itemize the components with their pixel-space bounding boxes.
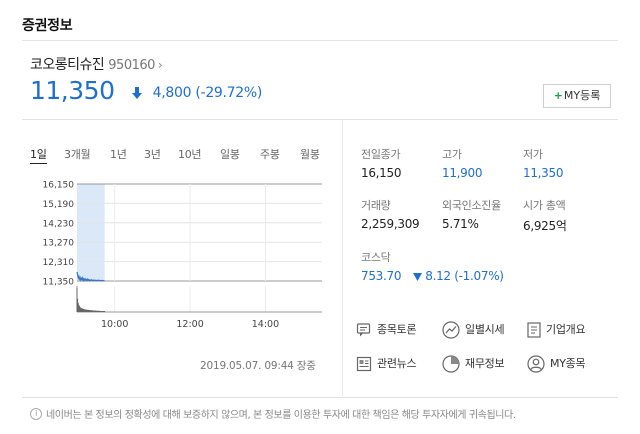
stat-value: 6,925억 [523, 219, 567, 233]
tab-3y[interactable]: 3년 [144, 146, 161, 162]
tab-10y[interactable]: 10년 [178, 146, 202, 162]
kosdaq-change: 8.12 (-1.07%) [425, 269, 504, 283]
stat-value: 2,259,309 [361, 217, 420, 231]
tab-3m[interactable]: 3개월 [64, 146, 91, 162]
price-row: 11,350 4,800 (-29.72%) [30, 76, 262, 108]
vertical-divider [342, 120, 343, 396]
plus-icon: + [553, 89, 563, 102]
timestamp: 2019.05.07. 09:44 장중 [200, 360, 316, 372]
link-label[interactable]: 재무정보 [465, 357, 505, 370]
stat-value: 16,150 [361, 166, 402, 180]
stat-value: 5.71% [442, 217, 479, 231]
stat-high: 고가 11,900 [442, 146, 483, 180]
link-daily-price[interactable]: 일별시세 [442, 320, 505, 340]
news-icon [356, 356, 372, 372]
link-label[interactable]: 종목토론 [377, 323, 417, 336]
current-price: 11,350 [30, 76, 115, 105]
stat-label: 저가 [523, 148, 543, 161]
tab-weekly[interactable]: 주봉 [260, 146, 280, 162]
stat-market-cap: 시가 총액 6,925억 [523, 197, 567, 234]
section-title: 증권정보 [22, 18, 73, 34]
chat-icon [356, 323, 371, 337]
chart-x-tick-label: 10:00 [101, 319, 128, 330]
chart-highlight-area [77, 184, 105, 281]
stock-name[interactable]: 코오롱티슈진 [30, 57, 105, 73]
title-divider [22, 40, 618, 41]
link-my-stocks[interactable]: MY종목 [527, 354, 586, 374]
disclaimer: i 네이버는 본 정보의 정확성에 대해 보증하지 않으며, 본 정보를 이용한 … [30, 406, 516, 421]
chart-y-tick-label: 16,150 [43, 181, 75, 191]
link-company-overview[interactable]: 기업개요 [527, 320, 586, 340]
tab-monthly[interactable]: 월봉 [300, 146, 320, 162]
kosdaq-value: 753.70 [361, 269, 402, 283]
chart-x-tick-label: 12:00 [176, 319, 203, 330]
stat-kosdaq: 코스닥 753.70 8.12 (-1.07%) [361, 249, 504, 283]
price-change: 4,800 (-29.72%) [152, 84, 263, 101]
main-divider [22, 119, 618, 120]
link-label[interactable]: MY종목 [550, 357, 586, 370]
period-tabs: 1일 3개월 1년 3년 10년 일봉 주봉 월봉 [30, 146, 322, 164]
stat-label: 고가 [442, 148, 462, 161]
stat-label: 거래량 [361, 199, 391, 212]
link-label[interactable]: 관련뉴스 [377, 357, 417, 370]
link-financials[interactable]: 재무정보 [442, 354, 505, 374]
chart-y-tick-label: 13,270 [43, 239, 75, 249]
link-label[interactable]: 일별시세 [465, 323, 505, 336]
stat-label: 전일종가 [361, 148, 401, 161]
kosdaq-row: 753.70 8.12 (-1.07%) [361, 269, 504, 283]
triangle-down-icon [412, 272, 422, 281]
stock-name-row[interactable]: 코오롱티슈진 950160 › [30, 54, 163, 74]
stock-code[interactable]: 950160 [108, 58, 155, 73]
stat-label: 시가 총액 [523, 199, 566, 212]
chart-y-tick-label: 14,230 [43, 219, 75, 229]
stat-value: 11,900 [442, 166, 483, 180]
chart-y-tick-label: 12,310 [43, 258, 75, 268]
link-discussion[interactable]: 종목토론 [356, 320, 417, 340]
pie-chart-icon [442, 355, 460, 373]
link-label[interactable]: 기업개요 [546, 323, 586, 336]
document-icon [527, 322, 541, 338]
info-icon: i [30, 407, 42, 420]
tab-1y[interactable]: 1년 [110, 146, 127, 162]
stat-volume: 거래량 2,259,309 [361, 197, 420, 231]
trend-icon [442, 321, 460, 339]
chevron-right-icon[interactable]: › [158, 58, 163, 72]
chart-y-tick-label: 15,190 [43, 200, 75, 210]
stat-label: 외국인소진율 [442, 199, 501, 212]
bottom-divider [22, 397, 618, 398]
chart-y-tick-label: 11,350 [43, 278, 75, 288]
user-icon [527, 355, 545, 373]
arrow-down-icon [131, 86, 142, 99]
stat-low: 저가 11,350 [523, 146, 564, 180]
my-register-label: MY등록 [563, 89, 601, 102]
link-related-news[interactable]: 관련뉴스 [356, 354, 417, 374]
stat-foreign-ratio: 외국인소진율 5.71% [442, 197, 501, 231]
chart-x-tick-label: 14:00 [252, 319, 279, 330]
tab-daily[interactable]: 일봉 [220, 146, 240, 162]
disclaimer-text: 네이버는 본 정보의 정확성에 대해 보증하지 않으며, 본 정보를 이용한 투… [46, 410, 516, 421]
my-register-button[interactable]: +MY등록 [543, 84, 611, 108]
tab-1d[interactable]: 1일 [30, 146, 47, 164]
stat-prev-close: 전일종가 16,150 [361, 146, 402, 180]
stat-label: 코스닥 [361, 251, 391, 264]
stat-value: 11,350 [523, 166, 564, 180]
price-chart: 16,150 15,190 14,230 13,270 12,310 11,350 10:0… [43, 181, 322, 330]
